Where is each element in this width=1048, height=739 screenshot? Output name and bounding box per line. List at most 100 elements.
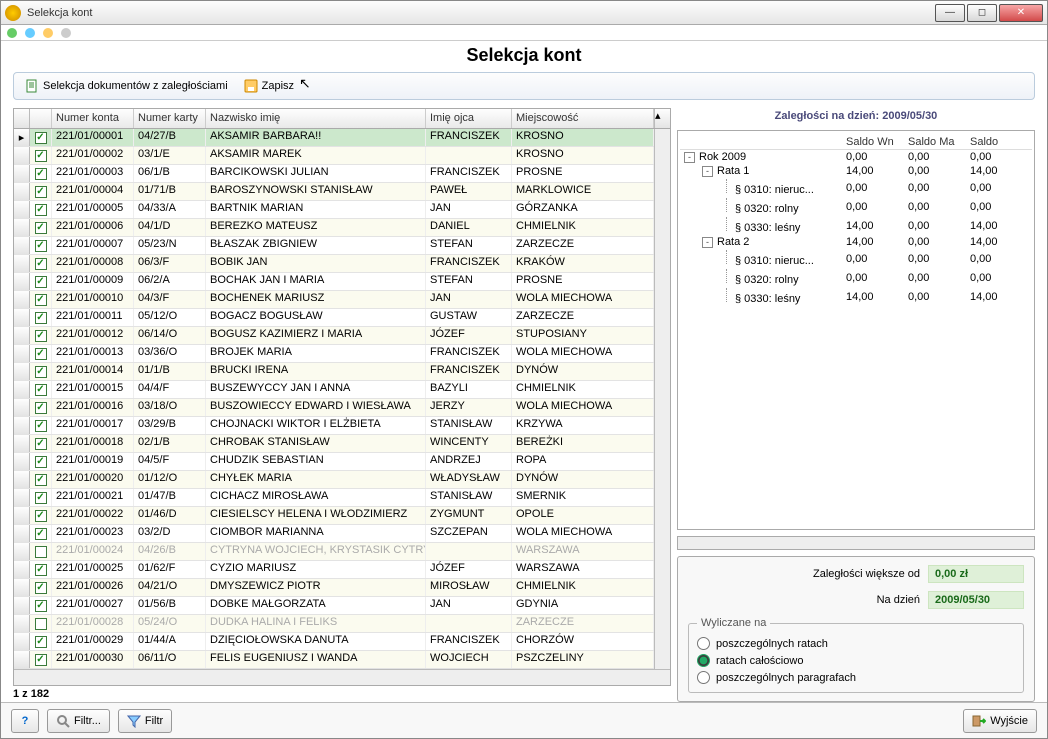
table-row[interactable]: ✓221/01/0001004/3/FBOCHENEK MARIUSZJANWO…: [14, 291, 654, 309]
greater-than-value[interactable]: 0,00 zł: [928, 565, 1024, 583]
row-checkbox[interactable]: ✓: [30, 471, 52, 488]
table-row[interactable]: ✓221/01/0000806/3/FBOBIK JANFRANCISZEKKR…: [14, 255, 654, 273]
col-imie-ojca[interactable]: Imię ojca: [426, 109, 512, 128]
row-checkbox[interactable]: ✓: [30, 147, 52, 164]
table-row[interactable]: ✓221/01/0002101/47/BCICHACZ MIROSŁAWASTA…: [14, 489, 654, 507]
row-checkbox[interactable]: ✓: [30, 273, 52, 290]
qa-icon-3[interactable]: [43, 28, 53, 38]
help-button[interactable]: ?: [11, 709, 39, 733]
col-check[interactable]: [30, 109, 52, 128]
titlebar[interactable]: Selekcja kont — ◻ ✕: [1, 1, 1047, 25]
table-row[interactable]: ✓221/01/0001703/29/BCHOJNACKI WIKTOR I E…: [14, 417, 654, 435]
table-row[interactable]: ▸✓221/01/0000104/27/BAKSAMIR BARBARA!!FR…: [14, 129, 654, 147]
tree-hscroll[interactable]: [677, 536, 1035, 550]
tree-node[interactable]: § 0320: rolny0,000,000,00: [680, 268, 1032, 287]
table-row[interactable]: ✓221/01/0001105/12/OBOGACZ BOGUSŁAWGUSTA…: [14, 309, 654, 327]
row-checkbox[interactable]: ✓: [30, 597, 52, 614]
col-numer-konta[interactable]: Numer konta: [52, 109, 134, 128]
row-checkbox[interactable]: ✓: [30, 399, 52, 416]
table-row[interactable]: ✓221/01/0001303/36/OBROJEK MARIAFRANCISZ…: [14, 345, 654, 363]
col-numer-karty[interactable]: Numer karty: [134, 109, 206, 128]
horizontal-scrollbar[interactable]: [14, 669, 670, 685]
row-checkbox[interactable]: ✓: [30, 345, 52, 362]
tree-toggle[interactable]: -: [684, 152, 695, 163]
qa-icon-4[interactable]: [61, 28, 71, 38]
tree-toggle[interactable]: -: [702, 166, 713, 177]
table-row[interactable]: ✓221/01/0000604/1/DBEREZKO MATEUSZDANIEL…: [14, 219, 654, 237]
row-checkbox[interactable]: ✓: [30, 363, 52, 380]
table-row[interactable]: ✓221/01/0001802/1/BCHROBAK STANISŁAWWINC…: [14, 435, 654, 453]
tree-node[interactable]: -Rata 114,000,0014,00: [680, 164, 1032, 178]
row-checkbox[interactable]: ✓: [30, 453, 52, 470]
table-row[interactable]: ✓221/01/0002001/12/OCHYŁEK MARIAWŁADYSŁA…: [14, 471, 654, 489]
scroll-up-button[interactable]: ▴: [654, 109, 670, 128]
row-checkbox[interactable]: ✓: [30, 183, 52, 200]
table-row[interactable]: ✓221/01/0001904/5/FCHUDZIK SEBASTIANANDR…: [14, 453, 654, 471]
table-row[interactable]: ✓221/01/0001603/18/OBUSZOWIECCY EDWARD I…: [14, 399, 654, 417]
row-checkbox[interactable]: ✓: [30, 507, 52, 524]
table-row[interactable]: ✓221/01/0001401/1/BBRUCKI IRENAFRANCISZE…: [14, 363, 654, 381]
tree-node[interactable]: § 0310: nieruc...0,000,000,00: [680, 178, 1032, 197]
vertical-scrollbar[interactable]: [654, 129, 670, 669]
row-checkbox[interactable]: ✓: [30, 237, 52, 254]
row-checkbox[interactable]: ✓: [30, 309, 52, 326]
table-row[interactable]: ✓221/01/0000203/1/EAKSAMIR MAREKKROSNO: [14, 147, 654, 165]
save-button[interactable]: Zapisz: [239, 76, 299, 96]
qa-icon-1[interactable]: [7, 28, 17, 38]
table-row[interactable]: ✓221/01/0000705/23/NBŁASZAK ZBIGNIEWSTEF…: [14, 237, 654, 255]
col-miejscowosc[interactable]: Miejscowość: [512, 109, 654, 128]
tree-node[interactable]: § 0330: leśny14,000,0014,00: [680, 216, 1032, 235]
exit-button[interactable]: Wyjście: [963, 709, 1037, 733]
accounts-grid[interactable]: Numer konta Numer karty Nazwisko imię Im…: [13, 108, 671, 686]
filter-button[interactable]: Filtr...: [47, 709, 110, 733]
table-row[interactable]: ✓221/01/0002201/46/DCIESIELSCY HELENA I …: [14, 507, 654, 525]
col-nazwisko[interactable]: Nazwisko imię: [206, 109, 426, 128]
row-checkbox[interactable]: ✓: [30, 633, 52, 650]
row-checkbox[interactable]: ✓: [30, 201, 52, 218]
radio-raty[interactable]: poszczególnych ratach: [697, 635, 1015, 652]
row-checkbox[interactable]: ✓: [30, 525, 52, 542]
row-checkbox[interactable]: [30, 615, 52, 632]
as-of-date-value[interactable]: 2009/05/30: [928, 591, 1024, 609]
tree-node[interactable]: § 0310: nieruc...0,000,000,00: [680, 249, 1032, 268]
row-checkbox[interactable]: ✓: [30, 651, 52, 668]
row-checkbox[interactable]: ✓: [30, 129, 52, 146]
table-row[interactable]: ✓221/01/0002604/21/ODMYSZEWICZ PIOTRMIRO…: [14, 579, 654, 597]
table-row[interactable]: ✓221/01/0000401/71/BBAROSZYNOWSKI STANIS…: [14, 183, 654, 201]
close-button[interactable]: ✕: [999, 4, 1043, 22]
tree-toggle[interactable]: -: [702, 237, 713, 248]
table-row[interactable]: 221/01/0002404/26/BCYTRYNA WOJCIECH, KRY…: [14, 543, 654, 561]
row-checkbox[interactable]: ✓: [30, 435, 52, 452]
radio-raty-calosc[interactable]: ratach całościowo: [697, 652, 1015, 669]
table-row[interactable]: ✓221/01/0001206/14/OBOGUSZ KAZIMIERZ I M…: [14, 327, 654, 345]
tree-node[interactable]: § 0330: leśny14,000,0014,00: [680, 287, 1032, 306]
table-row[interactable]: ✓221/01/0002901/44/ADZIĘCIOŁOWSKA DANUTA…: [14, 633, 654, 651]
row-checkbox[interactable]: ✓: [30, 561, 52, 578]
filter-toggle-button[interactable]: Filtr: [118, 709, 172, 733]
select-overdue-docs-button[interactable]: Selekcja dokumentów z zaległościami: [20, 76, 233, 96]
row-checkbox[interactable]: ✓: [30, 579, 52, 596]
table-row[interactable]: ✓221/01/0002303/2/DCIOMBOR MARIANNASZCZE…: [14, 525, 654, 543]
row-checkbox[interactable]: ✓: [30, 417, 52, 434]
row-checkbox[interactable]: ✓: [30, 219, 52, 236]
table-row[interactable]: ✓221/01/0001504/4/FBUSZEWYCCY JAN I ANNA…: [14, 381, 654, 399]
tree-node[interactable]: § 0320: rolny0,000,000,00: [680, 197, 1032, 216]
arrears-tree[interactable]: Saldo Wn Saldo Ma Saldo -Rok 20090,000,0…: [677, 130, 1035, 530]
grid-body[interactable]: ▸✓221/01/0000104/27/BAKSAMIR BARBARA!!FR…: [14, 129, 654, 669]
table-row[interactable]: ✓221/01/0002501/62/FCYZIO MARIUSZJÓZEFWA…: [14, 561, 654, 579]
row-checkbox[interactable]: ✓: [30, 381, 52, 398]
table-row[interactable]: ✓221/01/0000504/33/ABARTNIK MARIANJANGÓR…: [14, 201, 654, 219]
row-checkbox[interactable]: ✓: [30, 165, 52, 182]
row-checkbox[interactable]: ✓: [30, 327, 52, 344]
row-checkbox[interactable]: ✓: [30, 255, 52, 272]
tree-node[interactable]: -Rata 214,000,0014,00: [680, 235, 1032, 249]
table-row[interactable]: ✓221/01/0000306/1/BBARCIKOWSKI JULIANFRA…: [14, 165, 654, 183]
tree-node[interactable]: -Rok 20090,000,000,00: [680, 150, 1032, 164]
maximize-button[interactable]: ◻: [967, 4, 997, 22]
row-checkbox[interactable]: ✓: [30, 291, 52, 308]
radio-paragrafy[interactable]: poszczególnych paragrafach: [697, 669, 1015, 686]
table-row[interactable]: ✓221/01/0002701/56/BDOBKE MAŁGORZATAJANG…: [14, 597, 654, 615]
minimize-button[interactable]: —: [935, 4, 965, 22]
table-row[interactable]: ✓221/01/0003006/11/OFELIS EUGENIUSZ I WA…: [14, 651, 654, 669]
row-checkbox[interactable]: [30, 543, 52, 560]
